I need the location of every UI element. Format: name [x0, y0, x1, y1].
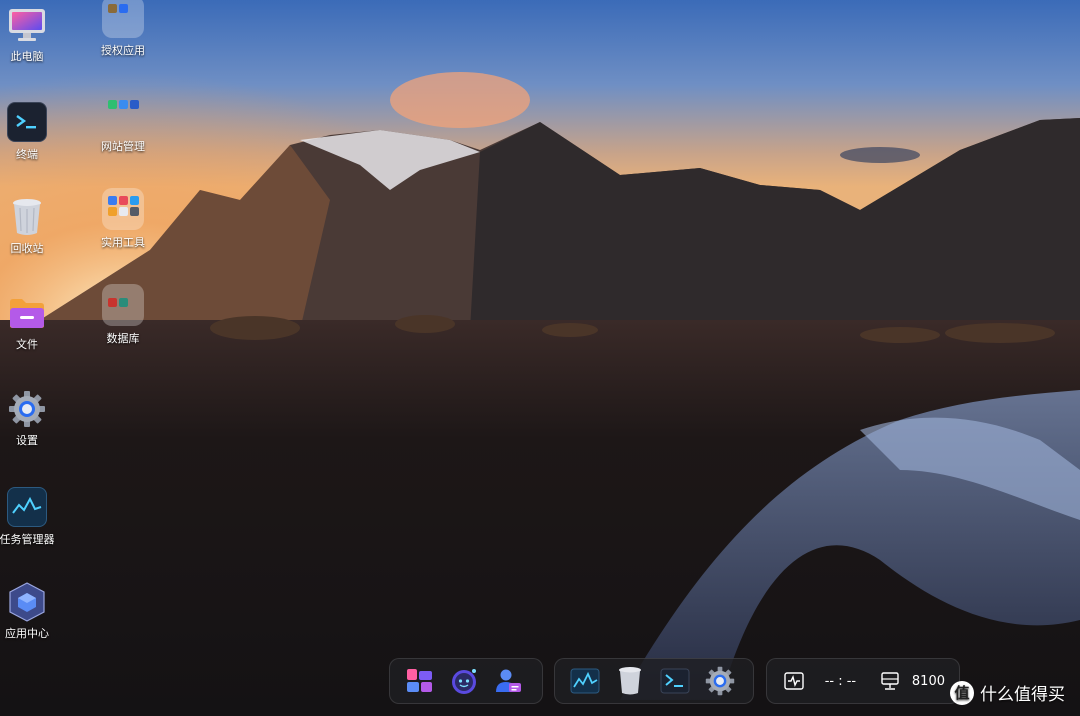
dock-recycle-bin-button[interactable] [614, 665, 646, 697]
app-folder-icon [102, 0, 144, 38]
dock-status-group: -- : -- 8100 [766, 658, 960, 704]
robot-face-icon [452, 669, 476, 694]
desktop-folder-database[interactable]: 数据库 [87, 284, 159, 346]
windows-grid-icon [407, 669, 432, 692]
start-menu-button[interactable] [404, 665, 436, 697]
desktop-icon-settings[interactable]: 设置 [0, 390, 63, 448]
resource-monitor-button[interactable] [781, 665, 807, 697]
trash-icon [619, 667, 641, 695]
gear-icon [8, 390, 46, 428]
desktop-icon-label: 终端 [16, 148, 38, 161]
network-port-button[interactable] [878, 665, 902, 697]
desktop-icon-label: 应用中心 [5, 627, 49, 640]
dock-pinned-apps-group [554, 658, 754, 704]
terminal-icon [660, 668, 690, 694]
desktop-icon-task-manager[interactable]: 任务管理器 [0, 487, 63, 547]
desktop-icon-label: 网站管理 [101, 140, 145, 153]
desktop-icon-label: 文件 [16, 338, 38, 351]
desktop-icon-label: 任务管理器 [0, 533, 55, 546]
activity-chart-icon [7, 487, 47, 527]
desktop-icon-app-center[interactable]: 应用中心 [0, 582, 63, 641]
desktop-icon-label: 实用工具 [101, 236, 145, 249]
server-monitor-icon [881, 672, 899, 690]
desktop-icon-label: 设置 [16, 434, 38, 447]
app-folder-icon [102, 92, 144, 134]
app-folder-icon [102, 188, 144, 230]
dock-terminal-button[interactable] [659, 665, 691, 697]
pulse-icon [784, 672, 804, 690]
desktop-icon-terminal[interactable]: 终端 [0, 102, 63, 162]
watermark-text: 什么值得买 [980, 685, 1065, 705]
desktop-icon-label: 此电脑 [10, 50, 44, 63]
dock-launcher-group [389, 658, 543, 704]
desktop-icon-label: 数据库 [106, 332, 140, 345]
folder-icon [8, 294, 46, 332]
app-folder-icon [102, 284, 144, 326]
desktop-folder-site-management[interactable]: 网站管理 [87, 92, 159, 154]
gear-icon [705, 666, 735, 696]
clock-display: -- : -- [824, 673, 857, 689]
monitor-icon [8, 6, 46, 44]
desktop-icon-recycle-bin[interactable]: 回收站 [0, 198, 63, 256]
user-account-button[interactable] [492, 665, 524, 697]
watermark-logo-icon: 值 [950, 680, 974, 705]
user-icon [496, 669, 521, 692]
desktop-icon-label: 回收站 [10, 242, 44, 255]
terminal-icon [7, 102, 47, 142]
activity-chart-icon [570, 668, 600, 694]
trash-icon [8, 198, 46, 236]
watermark: 值 什么值得买 [950, 680, 1065, 705]
dock-settings-button[interactable] [704, 665, 736, 697]
desktop-wallpaper [0, 0, 1080, 716]
desktop-icon-label: 授权应用 [101, 44, 145, 57]
dock-task-manager-button[interactable] [569, 665, 601, 697]
desktop-icon-files[interactable]: 文件 [0, 294, 63, 352]
desktop-icon-this-pc[interactable]: 此电脑 [0, 6, 63, 64]
port-display: 8100 [911, 673, 945, 689]
desktop-folder-utilities[interactable]: 实用工具 [87, 188, 159, 250]
desktop-folder-authorized-apps[interactable]: 授权应用 [87, 0, 159, 58]
assistant-button[interactable] [448, 665, 480, 697]
cube-icon [8, 582, 46, 622]
